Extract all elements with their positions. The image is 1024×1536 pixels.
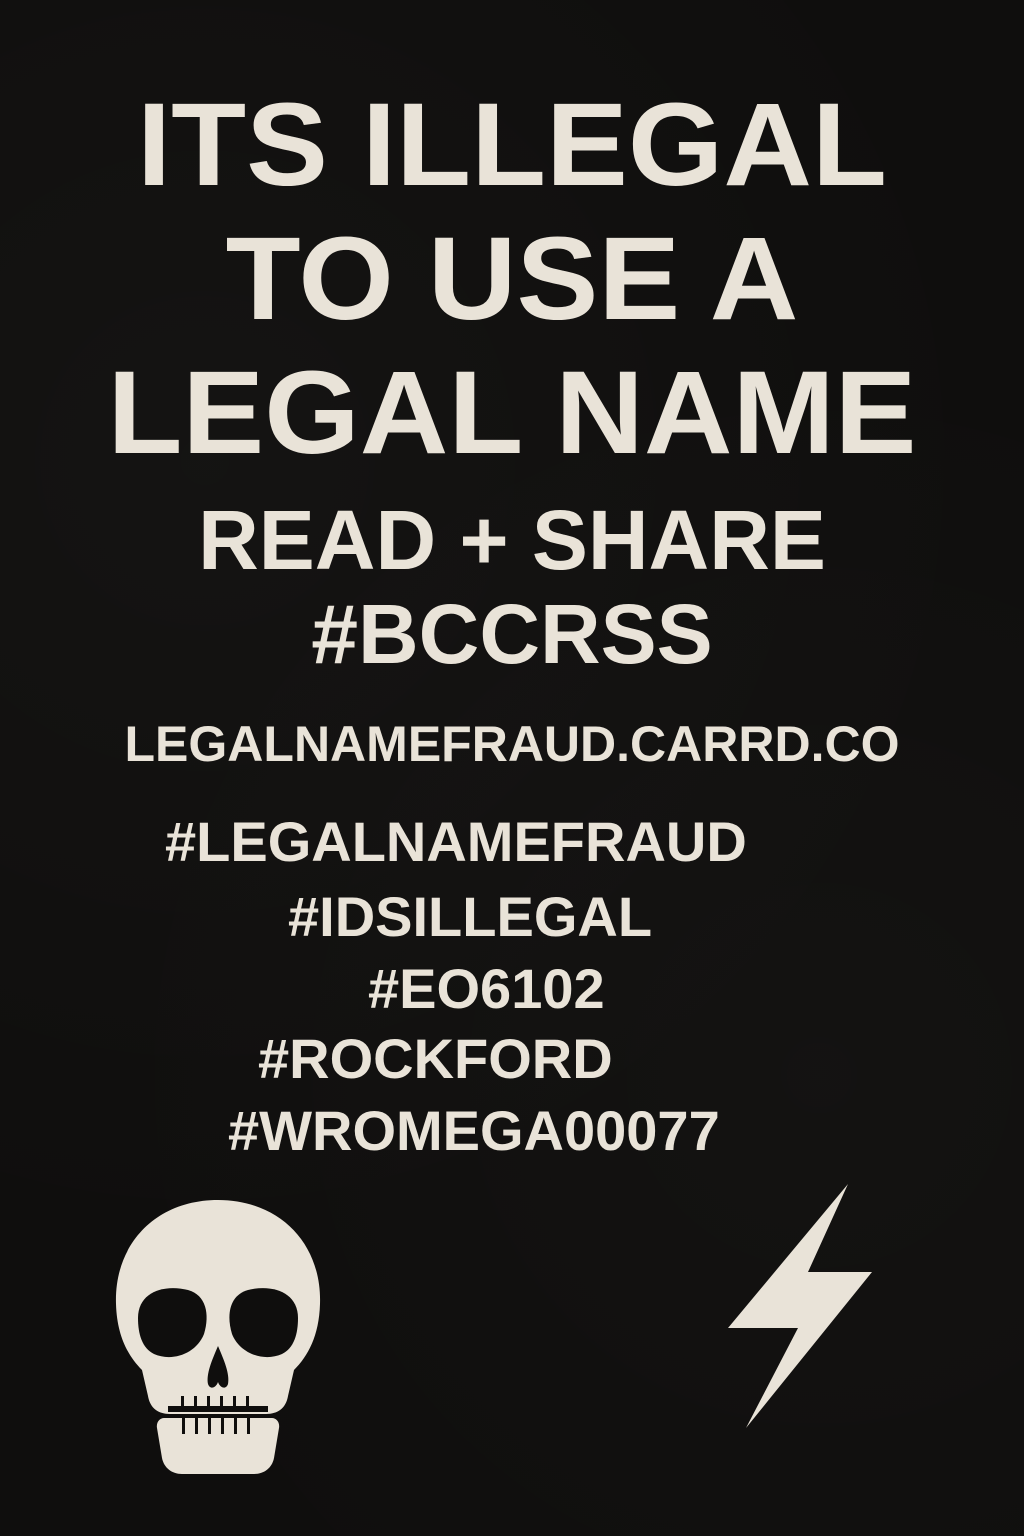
hashtag-legalnamefraud: #LEGALNAMEFRAUD	[165, 810, 747, 873]
subheadline-read-share: READ + SHARE	[198, 493, 826, 587]
hashtag-rockford: #ROCKFORD	[258, 1027, 613, 1090]
hashtag-eo6102: #EO6102	[368, 957, 605, 1020]
hashtag-wromega: #WROMEGA00077	[228, 1099, 720, 1162]
lightning-bolt-icon	[728, 1184, 872, 1428]
subheadline-hashtag: #BCCRSS	[311, 587, 713, 681]
skull-icon	[115, 1200, 321, 1474]
hashtag-idsillegal: #IDSILLEGAL	[288, 885, 653, 948]
website-url: LEGALNAMEFRAUD.CARRD.CO	[124, 716, 900, 772]
poster: ITS ILLEGAL TO USE A LEGAL NAME READ + S…	[0, 0, 1024, 1536]
headline-line-2: TO USE A	[225, 213, 799, 345]
headline-line-1: ITS ILLEGAL	[137, 79, 887, 211]
headline-line-3: LEGAL NAME	[107, 347, 917, 479]
